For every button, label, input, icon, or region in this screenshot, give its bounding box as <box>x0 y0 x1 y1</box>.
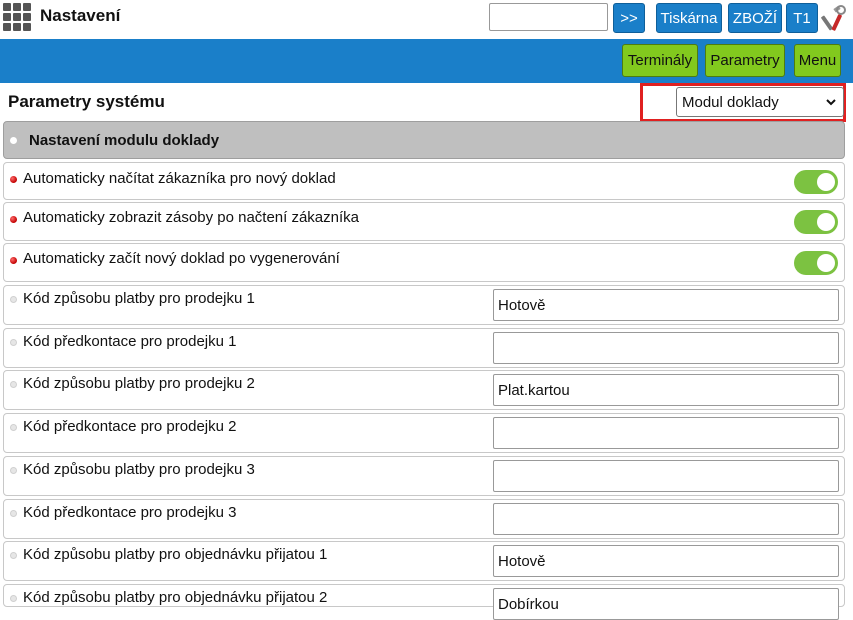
toggle-row: Automaticky zobrazit zásoby po načtení z… <box>3 202 845 241</box>
terminals-button[interactable]: Terminály <box>622 44 698 77</box>
toggle-row-label: Automaticky začít nový doklad po vygener… <box>23 250 340 267</box>
toggle-switch[interactable] <box>794 251 838 275</box>
field-row-label: Kód předkontace pro prodejku 2 <box>23 418 237 435</box>
group-bullet-icon <box>10 137 17 144</box>
field-input[interactable] <box>493 289 839 321</box>
field-row: Kód předkontace pro prodejku 3 <box>3 499 845 539</box>
chevron-down-icon <box>826 99 836 106</box>
bullet-icon <box>10 176 17 183</box>
field-row: Kód způsobu platby pro prodejku 3 <box>3 456 845 496</box>
toggle-switch[interactable] <box>794 210 838 234</box>
field-row: Kód předkontace pro prodejku 1 <box>3 328 845 368</box>
top-bar: Nastavení >> Tiskárna ZBOŽÍ T1 <box>0 0 853 38</box>
tools-icon[interactable] <box>821 3 849 33</box>
module-select-value: Modul doklady <box>682 93 779 111</box>
field-row: Kód způsobu platby pro objednávku přijat… <box>3 541 845 581</box>
group-title: Nastavení modulu doklady <box>29 132 220 149</box>
toggle-row: Automaticky načítat zákazníka pro nový d… <box>3 162 845 200</box>
toggle-row-label: Automaticky načítat zákazníka pro nový d… <box>23 170 336 187</box>
app-title: Nastavení <box>40 6 121 25</box>
bullet-icon <box>10 467 17 474</box>
bullet-icon <box>10 381 17 388</box>
field-row: Kód způsobu platby pro objednávku přijat… <box>3 584 845 620</box>
bullet-icon <box>10 339 17 346</box>
field-input[interactable] <box>493 332 839 364</box>
goods-button[interactable]: ZBOŽÍ <box>728 3 782 33</box>
field-row: Kód způsobu platby pro prodejku 2 <box>3 370 845 410</box>
field-row-label: Kód způsobu platby pro prodejku 2 <box>23 375 255 392</box>
field-row-label: Kód způsobu platby pro prodejku 3 <box>23 461 255 478</box>
field-input[interactable] <box>493 503 839 535</box>
field-row: Kód způsobu platby pro prodejku 1 <box>3 285 845 325</box>
bullet-icon <box>10 216 17 223</box>
apps-grid-icon[interactable] <box>3 3 33 31</box>
bullet-icon <box>10 595 17 602</box>
bullet-icon <box>10 552 17 559</box>
toggle-row: Automaticky začít nový doklad po vygener… <box>3 243 845 282</box>
page-title: Parametry systému <box>8 92 165 111</box>
terminal-button[interactable]: T1 <box>786 3 818 33</box>
printer-button[interactable]: Tiskárna <box>656 3 722 33</box>
search-input[interactable] <box>489 3 608 31</box>
field-row-label: Kód způsobu platby pro objednávku přijat… <box>23 589 328 606</box>
bullet-icon <box>10 424 17 431</box>
group-header[interactable]: Nastavení modulu doklady <box>3 121 845 159</box>
search-go-button[interactable]: >> <box>613 3 645 33</box>
field-input[interactable] <box>493 545 839 577</box>
toggle-row-label: Automaticky zobrazit zásoby po načtení z… <box>23 209 360 226</box>
module-select[interactable]: Modul doklady <box>676 87 844 117</box>
field-row-label: Kód předkontace pro prodejku 3 <box>23 504 237 521</box>
field-row-label: Kód předkontace pro prodejku 1 <box>23 333 237 350</box>
field-row: Kód předkontace pro prodejku 2 <box>3 413 845 453</box>
menu-button[interactable]: Menu <box>794 44 841 77</box>
field-row-label: Kód způsobu platby pro prodejku 1 <box>23 290 255 307</box>
nav-band: Terminály Parametry Menu <box>0 39 853 83</box>
parameters-button[interactable]: Parametry <box>705 44 785 77</box>
toggle-switch[interactable] <box>794 170 838 194</box>
field-row-label: Kód způsobu platby pro objednávku přijat… <box>23 546 328 563</box>
field-input[interactable] <box>493 588 839 620</box>
field-input[interactable] <box>493 460 839 492</box>
bullet-icon <box>10 510 17 517</box>
field-input[interactable] <box>493 417 839 449</box>
bullet-icon <box>10 296 17 303</box>
bullet-icon <box>10 257 17 264</box>
field-input[interactable] <box>493 374 839 406</box>
